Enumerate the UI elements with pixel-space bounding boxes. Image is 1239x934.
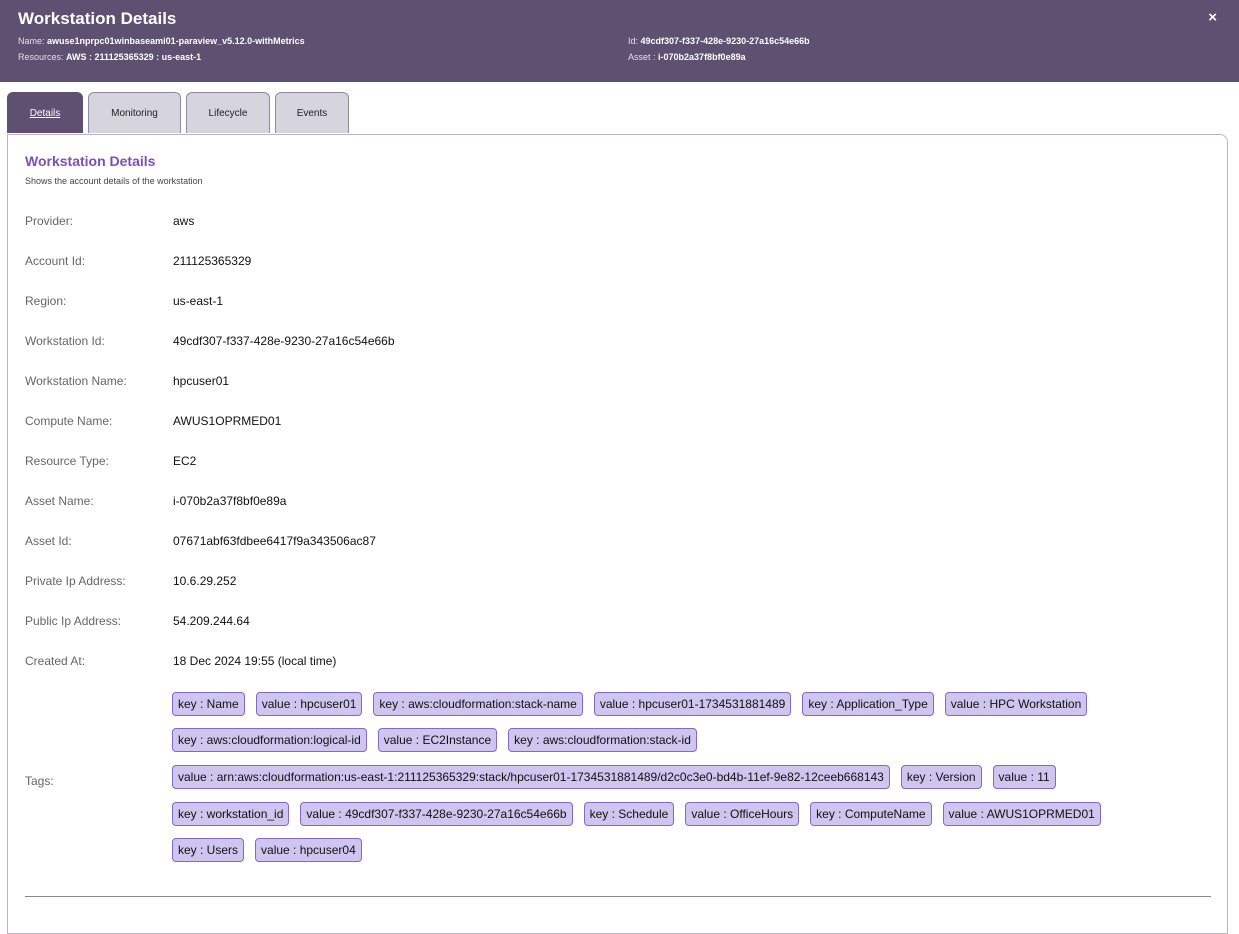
header-id-label: Id: <box>628 36 639 46</box>
detail-label: Account Id: <box>25 254 86 268</box>
detail-label: Asset Id: <box>25 534 72 548</box>
detail-value: 49cdf307-f337-428e-9230-27a16c54e66b <box>173 334 395 348</box>
detail-value: aws <box>173 214 195 228</box>
divider <box>25 896 1211 897</box>
close-icon[interactable]: × <box>1208 9 1217 26</box>
detail-label: Resource Type: <box>25 454 109 468</box>
detail-label: Provider: <box>25 214 74 228</box>
detail-label: Public Ip Address: <box>25 614 122 628</box>
section-title: Workstation Details <box>25 153 156 169</box>
tag-chip: value : 11 <box>992 765 1056 789</box>
detail-label: Asset Name: <box>25 494 94 508</box>
detail-label: Compute Name: <box>25 414 113 428</box>
tag-chip: key : ComputeName <box>810 802 932 826</box>
detail-value: us-east-1 <box>173 294 224 308</box>
detail-value: 10.6.29.252 <box>173 574 237 588</box>
detail-value: i-070b2a37f8bf0e89a <box>173 494 287 508</box>
tag-chip: value : hpcuser04 <box>255 838 362 862</box>
tab-events[interactable]: Events <box>275 92 349 133</box>
detail-value: 54.209.244.64 <box>173 614 250 628</box>
detail-value: 07671abf63fdbee6417f9a343506ac87 <box>173 534 376 548</box>
modal-header: Workstation Details × Name: awuse1nprpc0… <box>0 0 1239 82</box>
tab-monitoring[interactable]: Monitoring <box>88 92 181 133</box>
tag-chip: value : AWUS1OPRMED01 <box>942 802 1101 826</box>
tag-chip: key : aws:cloudformation:stack-name <box>373 692 583 716</box>
details-panel: Workstation Details Shows the account de… <box>7 134 1228 934</box>
detail-label: Private Ip Address: <box>25 574 126 588</box>
header-asset: Asset : i-070b2a37f8bf0e89a <box>628 52 746 62</box>
header-name-value: awuse1nprpc01winbaseami01-paraview_v5.12… <box>47 36 305 46</box>
tag-chip: key : Schedule <box>583 802 675 826</box>
detail-value: AWUS1OPRMED01 <box>173 414 282 428</box>
tag-chip: value : hpcuser01 <box>255 692 363 716</box>
header-resources-value: AWS : 211125365329 : us-east-1 <box>66 52 202 62</box>
header-name-label: Name: <box>18 36 45 46</box>
header-resources-label: Resources: <box>18 52 64 62</box>
header-asset-label: Asset : <box>628 52 656 62</box>
header-asset-value: i-070b2a37f8bf0e89a <box>658 52 746 62</box>
tag-chip: key : Users <box>172 838 245 862</box>
tag-chip: key : Application_Type <box>802 692 934 716</box>
detail-label: Workstation Name: <box>25 374 127 388</box>
tag-chip: value : 49cdf307-f337-428e-9230-27a16c54… <box>300 802 573 826</box>
tags-label: Tags: <box>25 774 54 788</box>
tag-chip: key : aws:cloudformation:logical-id <box>172 728 367 752</box>
detail-value: 18 Dec 2024 19:55 (local time) <box>173 654 337 668</box>
tab-details[interactable]: Details <box>7 92 83 133</box>
tag-chip: key : workstation_id <box>172 802 290 826</box>
tag-chip: value : arn:aws:cloudformation:us-east-1… <box>172 765 890 789</box>
header-resources: Resources: AWS : 211125365329 : us-east-… <box>18 52 201 62</box>
tag-chip: value : OfficeHours <box>685 802 800 826</box>
tab-lifecycle[interactable]: Lifecycle <box>186 92 270 133</box>
header-id: Id: 49cdf307-f337-428e-9230-27a16c54e66b <box>628 36 810 46</box>
detail-value: 211125365329 <box>173 254 252 268</box>
tag-row: key : Name value : hpcuser01 key : aws:c… <box>172 692 1088 718</box>
detail-label: Workstation Id: <box>25 334 105 348</box>
section-subtitle: Shows the account details of the worksta… <box>25 176 203 186</box>
header-name: Name: awuse1nprpc01winbaseami01-paraview… <box>18 36 305 46</box>
detail-label: Region: <box>25 294 67 308</box>
tag-chip: key : aws:cloudformation:stack-id <box>508 728 697 752</box>
tag-chip: value : hpcuser01-1734531881489 <box>593 692 792 716</box>
tag-row: key : workstation_id value : 49cdf307-f3… <box>172 802 1101 828</box>
tag-row: key : Users value : hpcuser04 <box>172 838 362 864</box>
detail-value: hpcuser01 <box>173 374 230 388</box>
tag-row: value : arn:aws:cloudformation:us-east-1… <box>172 765 1056 791</box>
tag-chip: key : Version <box>900 765 982 789</box>
detail-value: EC2 <box>173 454 197 468</box>
tag-row: key : aws:cloudformation:logical-id valu… <box>172 728 697 754</box>
detail-label: Created At: <box>25 654 86 668</box>
header-id-value: 49cdf307-f337-428e-9230-27a16c54e66b <box>640 36 810 46</box>
tag-chip: key : Name <box>172 692 245 716</box>
modal-title: Workstation Details <box>18 9 177 28</box>
tag-chip: value : HPC Workstation <box>944 692 1088 716</box>
tag-chip: value : EC2Instance <box>377 728 498 752</box>
